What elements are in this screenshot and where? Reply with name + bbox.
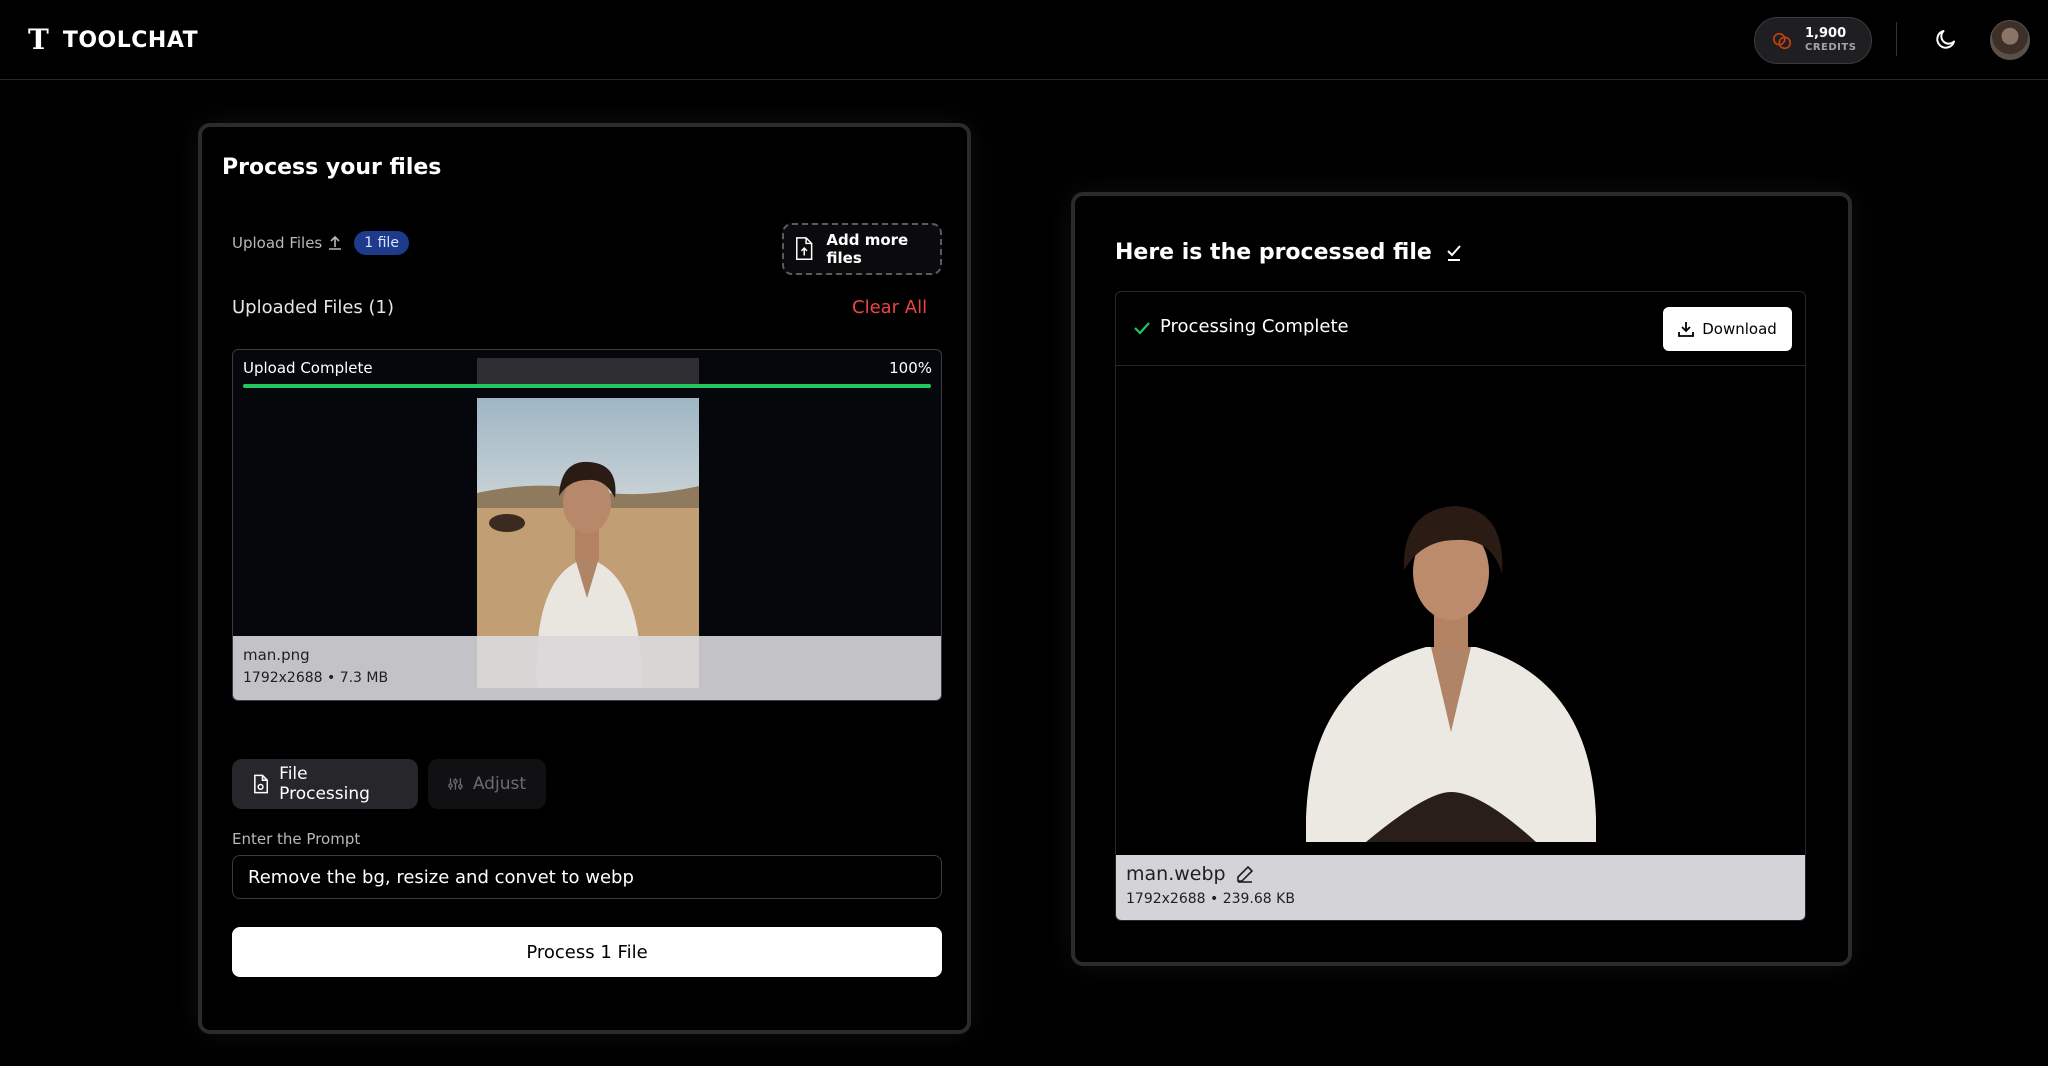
file-count-badge: 1 file (354, 231, 409, 255)
pencil-icon[interactable] (1236, 865, 1254, 883)
credits-value: 1,900 (1805, 25, 1847, 41)
upload-row: Upload Files 1 file (232, 231, 409, 255)
download-button[interactable]: Download (1663, 307, 1792, 351)
processed-title-text: Here is the processed file (1115, 240, 1432, 265)
result-box: Processing Complete Download man.webp 17… (1115, 291, 1806, 921)
app-logo[interactable]: T TOOLCHAT (28, 26, 198, 54)
processed-file-card: Here is the processed file Processing Co… (1071, 192, 1852, 966)
tab-file-processing-label: File Processing (279, 764, 370, 804)
preview-status-bar: Upload Complete 100% (233, 350, 941, 390)
file-upload-icon (796, 237, 813, 260)
process-files-card: Process your files Upload Files 1 file A… (198, 123, 971, 1034)
file-name: man.png (243, 646, 310, 664)
tab-adjust-label: Adjust (472, 774, 526, 794)
prompt-label: Enter the Prompt (232, 830, 361, 848)
moon-icon[interactable] (1934, 27, 1958, 51)
check-icon (1134, 322, 1150, 335)
upload-progress-fill (243, 384, 931, 388)
result-header: Processing Complete Download (1116, 292, 1805, 366)
processed-file-info: man.webp 1792x2688 • 239.68 KB (1116, 855, 1805, 920)
processed-file-name-row: man.webp (1126, 863, 1254, 885)
process-file-button[interactable]: Process 1 File (232, 927, 942, 977)
prompt-input[interactable] (232, 855, 942, 899)
coins-icon (1772, 32, 1792, 49)
download-icon (1678, 322, 1695, 337)
file-preview[interactable]: Upload Complete 100% man.png 1792x2688 •… (232, 349, 942, 701)
file-meta: 1792x2688 • 7.3 MB (243, 670, 389, 686)
clear-all-button[interactable]: Clear All (852, 297, 927, 318)
upload-status: Upload Complete (243, 359, 373, 377)
logo-mark: T (28, 23, 49, 56)
processed-title: Here is the processed file (1115, 240, 1462, 265)
upload-files-button[interactable]: Upload Files (232, 234, 342, 252)
add-more-files-label: Add more files (826, 231, 909, 267)
upload-percent: 100% (889, 359, 932, 377)
credits-badge[interactable]: 1,900 CREDITS (1754, 17, 1872, 64)
user-avatar[interactable] (1990, 20, 2030, 60)
thumbnail-overlay (477, 636, 699, 688)
processing-status: Processing Complete (1160, 316, 1349, 337)
sliders-icon (448, 778, 463, 790)
header-divider (1896, 22, 1897, 56)
credits-text: 1,900 CREDITS (1805, 25, 1857, 55)
add-more-files-button[interactable]: Add more files (782, 223, 942, 275)
upload-icon (329, 235, 342, 250)
tab-adjust[interactable]: Adjust (428, 759, 546, 809)
download-label: Download (1702, 320, 1777, 338)
upload-files-label: Upload Files (232, 234, 323, 252)
processed-file-name: man.webp (1126, 863, 1226, 885)
credits-label: CREDITS (1805, 41, 1857, 53)
check-underline-icon (1447, 244, 1461, 261)
uploaded-files-title: Uploaded Files (1) (232, 297, 395, 318)
app-name: TOOLCHAT (62, 27, 199, 53)
file-process-icon (254, 774, 269, 794)
top-header: T TOOLCHAT 1,900 CREDITS (0, 0, 2048, 80)
processed-file-meta: 1792x2688 • 239.68 KB (1126, 891, 1295, 907)
tab-file-processing[interactable]: File Processing (232, 759, 418, 809)
upload-progress-bar (243, 384, 931, 388)
processed-image (1306, 506, 1596, 842)
card-title: Process your files (222, 155, 442, 180)
